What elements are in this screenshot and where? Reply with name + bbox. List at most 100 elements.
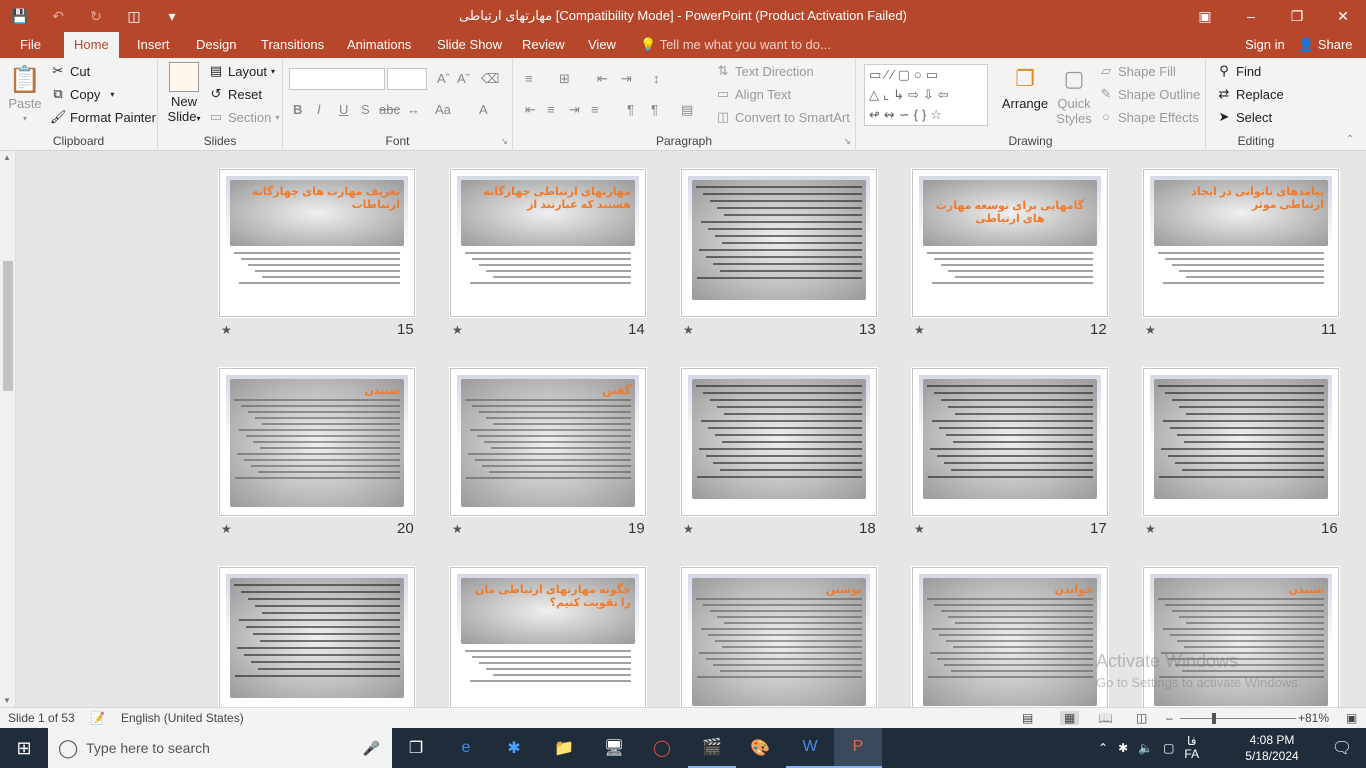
computer-icon[interactable]: 🖥 xyxy=(590,728,638,768)
numbering-icon[interactable]: ⊞ xyxy=(559,71,570,87)
transition-star-icon[interactable]: ★ xyxy=(452,323,463,337)
tab-design[interactable]: Design xyxy=(186,32,246,58)
restore-icon[interactable]: ❐ xyxy=(1274,0,1320,32)
slide-thumbnail[interactable] xyxy=(1143,368,1339,516)
columns-icon[interactable]: ▤ xyxy=(681,102,693,118)
dialog-launcher-icon[interactable]: ↘ xyxy=(500,136,508,147)
slide-thumbnail[interactable]: مهارتهای ارتباطی چهارگانه هستند که عبارت… xyxy=(450,169,646,317)
word-icon[interactable]: W xyxy=(786,728,834,768)
font-size-input[interactable] xyxy=(387,68,427,90)
tab-view[interactable]: View xyxy=(578,32,626,58)
shapes-gallery[interactable]: ▭∕∕▢○▭ △⌞↳⇨⇩⇦ ↫↭∽{}☆ xyxy=(864,64,988,126)
transition-star-icon[interactable]: ★ xyxy=(1145,323,1156,337)
shadow-button[interactable]: S xyxy=(361,102,370,117)
replace-button[interactable]: ⇄ Replace xyxy=(1216,86,1284,102)
zoom-in-icon[interactable]: + xyxy=(1298,711,1305,725)
transition-star-icon[interactable]: ★ xyxy=(221,522,232,536)
slide-thumbnail[interactable]: نوشتن xyxy=(681,567,877,707)
font-color-button[interactable]: A xyxy=(479,102,488,117)
dialog-launcher-icon[interactable]: ↘ xyxy=(843,136,851,147)
tab-transitions[interactable]: Transitions xyxy=(251,32,334,58)
tab-file[interactable]: File xyxy=(10,32,51,58)
slide-thumbnail[interactable] xyxy=(681,169,877,317)
tab-insert[interactable]: Insert xyxy=(127,32,180,58)
slide-thumbnail[interactable]: شنیدن xyxy=(219,368,415,516)
transition-star-icon[interactable]: ★ xyxy=(452,522,463,536)
volume-icon[interactable]: 🔈 xyxy=(1138,741,1153,755)
paste-button[interactable]: 📋 Paste ▾ xyxy=(6,62,44,126)
close-icon[interactable]: ✕ xyxy=(1320,0,1366,32)
reset-button[interactable]: ↺ Reset xyxy=(208,86,262,102)
strikethrough-button[interactable]: abc xyxy=(379,102,400,117)
slide-thumbnail[interactable]: خواندن xyxy=(912,567,1108,707)
shape-outline-button[interactable]: ✎ Shape Outline xyxy=(1098,86,1201,102)
slide-thumbnail[interactable] xyxy=(681,368,877,516)
network-icon[interactable]: ▢ xyxy=(1163,741,1174,755)
decrease-font-icon[interactable]: Aˇ xyxy=(457,71,470,86)
decrease-indent-icon[interactable]: ⇤ xyxy=(597,71,608,87)
section-button[interactable]: ▭ Section ▾ xyxy=(208,109,280,125)
reading-view-icon[interactable]: 📖 xyxy=(1098,711,1113,725)
normal-view-icon[interactable]: ▤ xyxy=(1022,711,1033,725)
fit-to-window-icon[interactable]: ▣ xyxy=(1346,711,1357,725)
ribbon-display-options-icon[interactable]: ▣ xyxy=(1182,0,1228,32)
bold-button[interactable]: B xyxy=(293,102,302,117)
paint-icon[interactable]: 🎨 xyxy=(736,728,784,768)
increase-font-icon[interactable]: Aˆ xyxy=(437,71,450,86)
slide-thumbnail[interactable]: گامهایی برای توسعه مهارت های ارتباطی xyxy=(912,169,1108,317)
transition-star-icon[interactable]: ★ xyxy=(1145,522,1156,536)
microphone-icon[interactable]: 🎤 xyxy=(363,740,380,757)
shape-fill-button[interactable]: ▱ Shape Fill xyxy=(1098,63,1176,79)
sign-in-link[interactable]: Sign in xyxy=(1245,32,1285,58)
select-button[interactable]: ➤ Select xyxy=(1216,109,1273,125)
language-indicator[interactable]: English (United States) xyxy=(121,711,244,725)
increase-indent-icon[interactable]: ⇥ xyxy=(621,71,632,87)
slide-thumbnail[interactable]: گفتن xyxy=(450,368,646,516)
slide-thumbnail[interactable]: پیامدهای ناتوانی در ایجاد ارتباطی موثر xyxy=(1143,169,1339,317)
zoom-level[interactable]: 81% xyxy=(1305,711,1329,725)
notifications-icon[interactable]: 🗨 xyxy=(1318,728,1366,768)
text-direction-button[interactable]: ⇅ Text Direction xyxy=(715,63,814,79)
font-name-input[interactable] xyxy=(289,68,385,90)
convert-smartart-button[interactable]: ◫ Convert to SmartArt xyxy=(715,109,850,125)
align-center-icon[interactable]: ≡ xyxy=(547,102,555,117)
ltr-icon[interactable]: ¶ xyxy=(627,102,634,117)
chrome-icon[interactable]: ◯ xyxy=(638,728,686,768)
clear-formatting-icon[interactable]: ⌫ xyxy=(481,71,499,87)
align-right-icon[interactable]: ⇥ xyxy=(569,102,580,118)
shape-effects-button[interactable]: ○ Shape Effects xyxy=(1098,109,1199,125)
bluetooth-icon[interactable]: ✱ xyxy=(490,728,538,768)
slide-sorter-view-icon[interactable]: ▦ xyxy=(1060,711,1080,725)
bluetooth-tray-icon[interactable]: ✱ xyxy=(1118,741,1128,755)
underline-button[interactable]: U xyxy=(339,102,348,117)
notes-icon[interactable]: 📝 xyxy=(90,711,105,725)
slide-thumbnail[interactable] xyxy=(912,368,1108,516)
italic-button[interactable]: I xyxy=(317,102,321,117)
transition-star-icon[interactable]: ★ xyxy=(683,323,694,337)
edge-icon[interactable]: e xyxy=(442,728,490,768)
file-explorer-icon[interactable]: 📁 xyxy=(540,728,588,768)
tab-slide-show[interactable]: Slide Show xyxy=(427,32,512,58)
tab-review[interactable]: Review xyxy=(512,32,575,58)
slide-thumbnail[interactable]: چگونه مهارتهای ارتباطی مان را تقویت کنیم… xyxy=(450,567,646,707)
slide-thumbnail[interactable] xyxy=(219,567,415,707)
change-case-button[interactable]: Aa xyxy=(435,102,451,117)
new-slide-button[interactable]: New Slide▾ xyxy=(164,62,204,126)
layout-button[interactable]: ▤ Layout ▾ xyxy=(208,63,275,79)
copy-button[interactable]: ⧉ Copy ▾ xyxy=(50,86,114,102)
clock[interactable]: 4:08 PM 5/18/2024 xyxy=(1232,732,1312,764)
arrange-button[interactable]: ❐ Arrange xyxy=(1000,62,1050,111)
tab-animations[interactable]: Animations xyxy=(337,32,421,58)
zoom-slider[interactable] xyxy=(1180,718,1296,719)
taskbar-search-box[interactable]: ◯ Type here to search 🎤 xyxy=(48,728,392,768)
zoom-slider-thumb[interactable] xyxy=(1212,713,1216,724)
transition-star-icon[interactable]: ★ xyxy=(683,522,694,536)
tab-home[interactable]: Home xyxy=(64,32,119,58)
scrollbar-thumb[interactable] xyxy=(3,261,13,391)
align-left-icon[interactable]: ⇤ xyxy=(525,102,536,118)
justify-icon[interactable]: ≡ xyxy=(591,102,599,117)
align-text-button[interactable]: ▭ Align Text xyxy=(715,86,791,102)
tell-me-box[interactable]: 💡 Tell me what you want to do... xyxy=(640,32,831,58)
slide-thumbnail[interactable]: تعریف مهارت های چهارگانه ارتباطات xyxy=(219,169,415,317)
keyboard-language-icon[interactable]: فا FA xyxy=(1184,735,1199,761)
